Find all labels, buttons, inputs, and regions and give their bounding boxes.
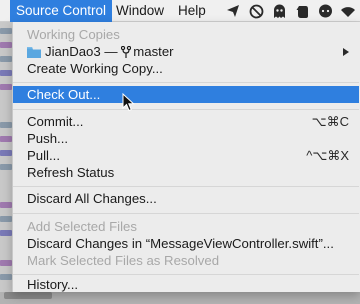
menu-window[interactable]: Window <box>110 0 170 22</box>
commit-item[interactable]: Commit... ⌥⌘C <box>13 113 359 130</box>
status-icons <box>218 0 356 22</box>
background-status-strip <box>0 292 360 304</box>
menu-separator <box>13 186 359 187</box>
menu-separator <box>13 109 359 110</box>
code-line <box>0 274 12 280</box>
code-line <box>0 216 12 222</box>
create-working-copy-item[interactable]: Create Working Copy... <box>13 60 359 77</box>
code-line <box>0 28 12 34</box>
menu-source-control[interactable]: Source Control <box>10 0 113 22</box>
history-item[interactable]: History... <box>13 278 359 292</box>
repo-separator: — <box>104 44 118 59</box>
code-line <box>0 70 12 76</box>
folder-icon <box>27 45 41 58</box>
check-out-item[interactable]: Check Out... <box>13 86 359 103</box>
code-line <box>0 56 12 62</box>
add-selected-files-item: Add Selected Files <box>27 219 137 234</box>
mark-resolved-item: Mark Selected Files as Resolved <box>27 253 220 268</box>
chat-bubble-icon[interactable] <box>317 3 333 19</box>
code-line <box>0 202 12 208</box>
menu-bar: Source Control Window Help <box>0 0 360 22</box>
code-line <box>0 150 12 156</box>
wifi-icon[interactable] <box>340 3 356 19</box>
menu-separator <box>13 213 359 214</box>
send-icon[interactable] <box>225 3 241 19</box>
working-copy-jiandao3[interactable]: JianDao3 — master <box>13 43 359 60</box>
background-editor <box>0 22 12 304</box>
code-line <box>0 230 12 236</box>
source-control-dropdown: Working Copies JianDao3 — master Create … <box>12 22 360 292</box>
pull-label: Pull... <box>27 148 60 163</box>
evernote-icon[interactable] <box>294 3 310 19</box>
code-line <box>0 164 12 170</box>
discard-all-changes-item[interactable]: Discard All Changes... <box>13 190 359 207</box>
commit-label: Commit... <box>27 114 84 129</box>
menu-help[interactable]: Help <box>172 0 212 22</box>
code-line <box>0 136 12 142</box>
ghost-icon[interactable] <box>271 3 287 19</box>
code-line <box>0 42 12 48</box>
mouse-pointer-icon <box>122 92 135 112</box>
menu-separator <box>13 82 359 83</box>
background-status-text <box>4 292 52 299</box>
commit-shortcut: ⌥⌘C <box>311 114 349 129</box>
repo-name: JianDao3 <box>45 44 101 59</box>
refresh-status-item[interactable]: Refresh Status <box>13 164 359 181</box>
push-item[interactable]: Push... <box>13 130 359 147</box>
no-entry-icon[interactable] <box>248 3 264 19</box>
working-copies-header: Working Copies <box>27 27 120 42</box>
code-line <box>0 84 12 90</box>
code-line <box>0 122 12 128</box>
pull-shortcut: ^⌥⌘X <box>306 148 349 163</box>
menu-separator <box>13 274 359 275</box>
pull-item[interactable]: Pull... ^⌥⌘X <box>13 147 359 164</box>
discard-changes-in-file-item[interactable]: Discard Changes in “MessageViewControlle… <box>13 235 359 252</box>
branch-name: master <box>133 44 174 59</box>
submenu-arrow-icon <box>343 48 349 56</box>
code-line <box>0 260 12 266</box>
